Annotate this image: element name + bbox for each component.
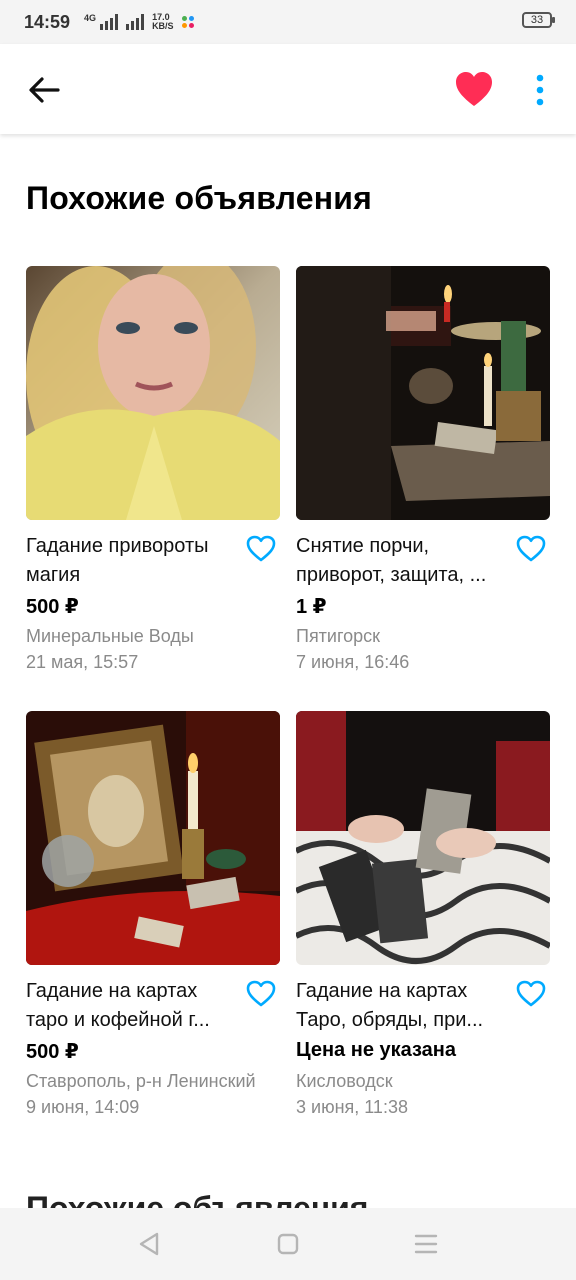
arrow-left-icon	[29, 77, 60, 103]
listing-photo[interactable]	[296, 711, 550, 965]
listing-date: 9 июня, 14:09	[26, 1097, 140, 1117]
speed-unit: KB/S	[152, 21, 174, 31]
listing-location: Минеральные Воды	[26, 626, 194, 646]
nav-recents-button[interactable]	[410, 1228, 442, 1260]
more-options-button[interactable]	[528, 72, 552, 108]
favorite-toggle[interactable]	[516, 534, 546, 564]
menu-lines-icon	[414, 1234, 438, 1254]
heart-outline-icon	[516, 980, 546, 1007]
listing-location: Пятигорск	[296, 626, 381, 646]
triangle-back-icon	[139, 1232, 159, 1256]
app-notification-icon	[181, 16, 194, 28]
back-button[interactable]	[26, 72, 62, 108]
battery-icon: 33	[522, 12, 555, 28]
listing-date: 7 июня, 16:46	[296, 652, 410, 672]
nav-home-button[interactable]	[272, 1228, 304, 1260]
favorite-toggle[interactable]	[516, 979, 546, 1009]
status-bar: 14:59 4G 17.0 KB/S 33	[0, 0, 576, 44]
listing-card[interactable]: Гадание на картах таро и кофейной г... 5…	[26, 711, 282, 1131]
listing-location: Ставрополь, р-н Ленинский	[26, 1071, 256, 1091]
listing-title[interactable]: Гадание на картах Таро, обряды, при...	[296, 977, 508, 1035]
status-icons: 4G 17.0 KB/S	[84, 13, 194, 31]
listing-price: Цена не указана	[296, 1039, 456, 1061]
favorite-button[interactable]	[454, 70, 494, 110]
section-title: Похожие объявления	[26, 180, 373, 216]
app-bar	[0, 44, 576, 134]
network-type-label: 4G	[84, 13, 97, 23]
heart-filled-icon	[456, 72, 492, 106]
status-time: 14:59	[24, 11, 71, 32]
listing-price: 500 ₽	[26, 596, 79, 618]
more-vertical-icon	[536, 74, 544, 106]
battery-level: 33	[530, 14, 544, 26]
listing-price: 1 ₽	[296, 596, 327, 618]
listing-photo[interactable]	[26, 711, 280, 965]
listing-date: 3 июня, 11:38	[296, 1097, 408, 1117]
listing-card[interactable]: Гадание привороты магия 500 ₽ Минеральны…	[26, 266, 282, 686]
listing-title[interactable]: Гадание на картах таро и кофейной г...	[26, 977, 238, 1035]
listing-location: Кисловодск	[296, 1071, 393, 1091]
square-home-icon	[277, 1233, 299, 1255]
nav-back-button[interactable]	[134, 1228, 166, 1260]
listing-title[interactable]: Гадание привороты магия	[26, 532, 238, 590]
heart-outline-icon	[246, 980, 276, 1007]
listing-price: 500 ₽	[26, 1041, 79, 1063]
heart-outline-icon	[246, 535, 276, 562]
listing-card[interactable]: Снятие порчи, приворот, защита, ... 1 ₽ …	[296, 266, 552, 686]
system-nav-bar	[0, 1208, 576, 1280]
signal-2-icon	[126, 14, 145, 30]
favorite-toggle[interactable]	[246, 979, 276, 1009]
listing-photo[interactable]	[296, 266, 550, 520]
signal-icon	[100, 14, 119, 30]
network-speed: 17.0 KB/S	[152, 13, 174, 31]
favorite-toggle[interactable]	[246, 534, 276, 564]
listing-date: 21 мая, 15:57	[26, 652, 139, 672]
listing-title[interactable]: Снятие порчи, приворот, защита, ...	[296, 532, 508, 590]
heart-outline-icon	[516, 535, 546, 562]
listing-photo[interactable]	[26, 266, 280, 520]
listing-card[interactable]: Гадание на картах Таро, обряды, при... Ц…	[296, 711, 552, 1131]
